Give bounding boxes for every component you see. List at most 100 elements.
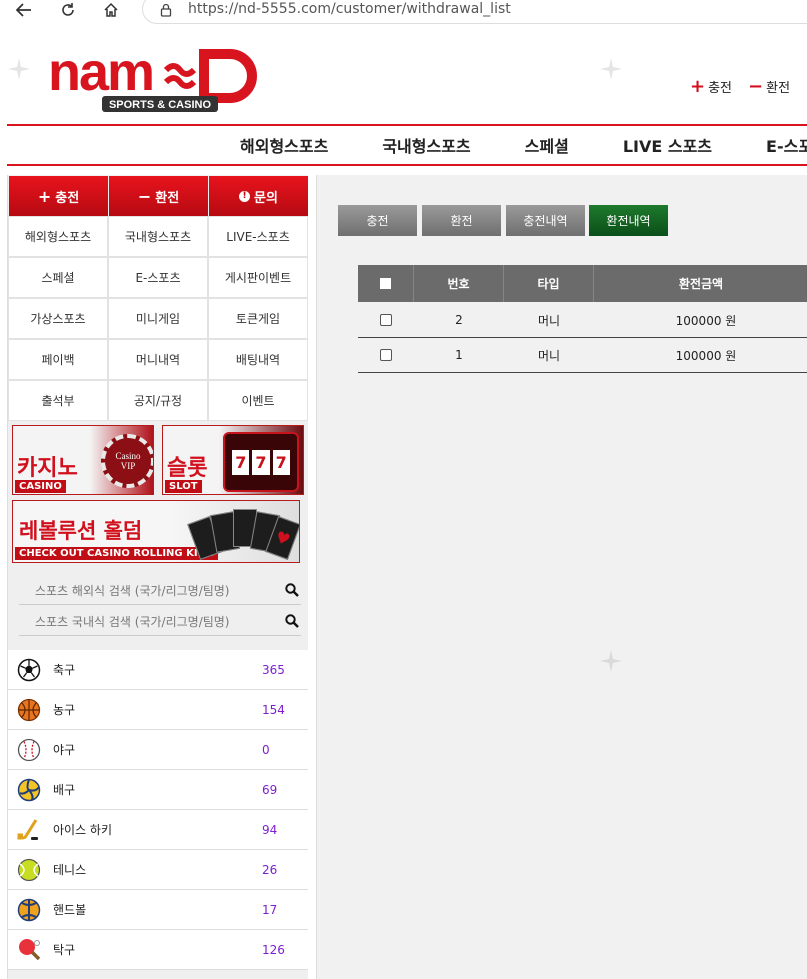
sport-row-handball[interactable]: 핸드볼 17: [8, 890, 308, 930]
row-type: 머니: [537, 313, 561, 328]
table-row: 2 머니 100000 원: [358, 303, 807, 338]
sport-row-basketball[interactable]: 농구 154: [8, 690, 308, 730]
menu-payback[interactable]: 페이백: [8, 339, 108, 380]
sport-count-table-tennis: 126: [262, 942, 285, 957]
sport-row-soccer[interactable]: 축구 365: [8, 650, 308, 690]
back-arrow-icon[interactable]: [14, 0, 34, 20]
holdem-banner-sub: CHECK OUT CASINO ROLLING KING: [15, 547, 219, 560]
nav-live-sports[interactable]: LIVE 스포츠: [623, 133, 712, 157]
sport-count-baseball: 0: [262, 742, 270, 757]
info-icon: !: [239, 190, 251, 202]
menu-attendance[interactable]: 출석부: [8, 380, 108, 421]
home-icon[interactable]: [101, 0, 121, 20]
sport-count-basketball: 154: [262, 702, 285, 717]
tab-exchange-history[interactable]: 환전내역: [589, 205, 668, 236]
search-domestic-placeholder: 스포츠 국내식 검색 (국가/리그명/팀명): [35, 615, 230, 629]
charge-link-label: 충전: [708, 81, 733, 96]
slot-banner-sub: SLOT: [165, 480, 202, 493]
basketball-icon: [17, 698, 41, 722]
select-all-header[interactable]: [358, 265, 414, 302]
menu-notice[interactable]: 공지/규정: [108, 380, 208, 421]
site-logo[interactable]: nam SPORTS & CASINO: [46, 42, 272, 114]
search-icon[interactable]: [285, 614, 301, 630]
menu-virtual-sports[interactable]: 가상스포츠: [8, 298, 108, 339]
quick-exchange-label: 환전: [155, 190, 180, 206]
quick-charge-button[interactable]: + 충전: [9, 176, 108, 216]
sport-count-ice-hockey: 94: [262, 822, 278, 837]
nav-top-border: [7, 124, 807, 126]
search-overseas[interactable]: 스포츠 해외식 검색 (국가/리그명/팀명): [19, 577, 301, 605]
nav-esports[interactable]: E-스포츠: [766, 133, 807, 157]
menu-live-sports[interactable]: LIVE-스포츠: [208, 216, 308, 257]
sport-row-volleyball[interactable]: 배구 69: [8, 770, 308, 810]
logo-subtitle: SPORTS & CASINO: [109, 99, 212, 111]
tab-charge[interactable]: 충전: [338, 205, 417, 236]
minus-icon: −: [748, 75, 764, 97]
sport-row-ice-hockey[interactable]: 아이스 하키 94: [8, 810, 308, 850]
main-content: 충전 환전 충전내역 환전내역 번호 타입 환전금액 2 머니 100000 원…: [316, 175, 807, 979]
sport-row-table-tennis[interactable]: 탁구 126: [8, 930, 308, 970]
holdem-banner[interactable]: 레볼루션 홀덤 CHECK OUT CASINO ROLLING KING ♥: [12, 500, 300, 563]
quick-exchange-button[interactable]: − 환전: [109, 176, 208, 216]
url-text[interactable]: https://nd-5555.com/customer/withdrawal_…: [188, 1, 511, 17]
sport-name-volleyball: 배구: [53, 783, 76, 797]
col-amount: 환전금액: [594, 265, 807, 302]
nav-special[interactable]: 스페셜: [525, 133, 569, 157]
menu-minigame[interactable]: 미니게임: [108, 298, 208, 339]
slot-banner-title: 슬롯: [167, 456, 208, 481]
sport-name-basketball: 농구: [53, 703, 76, 717]
playing-cards-icon: ♥: [187, 505, 299, 561]
slot-machine-icon: 7 7 7: [223, 432, 299, 492]
row-checkbox[interactable]: [380, 349, 392, 361]
menu-money-history[interactable]: 머니내역: [108, 339, 208, 380]
row-amount: 100000 원: [675, 313, 737, 328]
nav-overseas-sports[interactable]: 해외형스포츠: [240, 133, 328, 157]
sport-name-baseball: 야구: [53, 743, 76, 757]
svg-text:nam: nam: [48, 44, 153, 102]
quick-charge-label: 충전: [55, 190, 80, 206]
row-type: 머니: [537, 348, 561, 363]
menu-token-game[interactable]: 토큰게임: [208, 298, 308, 339]
row-amount: 100000 원: [675, 348, 737, 363]
menu-special[interactable]: 스페셜: [8, 257, 108, 298]
nav-domestic-sports[interactable]: 국내형스포츠: [382, 133, 470, 157]
menu-board-event[interactable]: 게시판이벤트: [208, 257, 308, 298]
slot-banner[interactable]: 슬롯 SLOT 7 7 7: [162, 425, 304, 495]
menu-event[interactable]: 이벤트: [208, 380, 308, 421]
soccer-icon: [17, 658, 41, 682]
menu-bet-history[interactable]: 배팅내역: [208, 339, 308, 380]
lock-icon: [160, 2, 172, 21]
search-domestic[interactable]: 스포츠 국내식 검색 (국가/리그명/팀명): [19, 608, 301, 636]
menu-domestic-sports[interactable]: 국내형스포츠: [108, 216, 208, 257]
row-checkbox[interactable]: [380, 314, 392, 326]
menu-overseas-sports[interactable]: 해외형스포츠: [8, 216, 108, 257]
volleyball-icon: [17, 778, 41, 802]
sport-row-baseball[interactable]: 야구 0: [8, 730, 308, 770]
casino-banner[interactable]: 카지노 CASINO Casino VIP: [12, 425, 154, 495]
exchange-link[interactable]: − 환전: [748, 77, 790, 96]
menu-esports[interactable]: E-스포츠: [108, 257, 208, 298]
casino-banner-title: 카지노: [17, 456, 78, 481]
tab-charge-history[interactable]: 충전내역: [506, 205, 585, 236]
watermark-icon: [8, 58, 30, 80]
select-all-checkbox[interactable]: [380, 278, 391, 289]
charge-link[interactable]: + 충전: [690, 77, 732, 96]
handball-icon: [17, 898, 41, 922]
baseball-icon: [17, 738, 41, 762]
quick-inquiry-button[interactable]: ! 문의: [209, 176, 308, 216]
col-number: 번호: [414, 265, 504, 302]
sport-row-tennis[interactable]: 테니스 26: [8, 850, 308, 890]
sport-count-soccer: 365: [262, 662, 285, 677]
nav-bottom-border: [7, 164, 807, 166]
row-number: 2: [455, 313, 463, 327]
sport-name-tennis: 테니스: [53, 863, 87, 877]
sport-count-handball: 17: [262, 902, 278, 917]
plus-icon: +: [690, 75, 706, 97]
watermark-icon: [600, 58, 622, 80]
sport-count-tennis: 26: [262, 862, 278, 877]
search-overseas-placeholder: 스포츠 해외식 검색 (국가/리그명/팀명): [35, 584, 230, 598]
search-icon[interactable]: [285, 583, 301, 599]
tab-exchange[interactable]: 환전: [422, 205, 501, 236]
reload-icon[interactable]: [58, 0, 78, 20]
sport-name-handball: 핸드볼: [53, 903, 87, 917]
